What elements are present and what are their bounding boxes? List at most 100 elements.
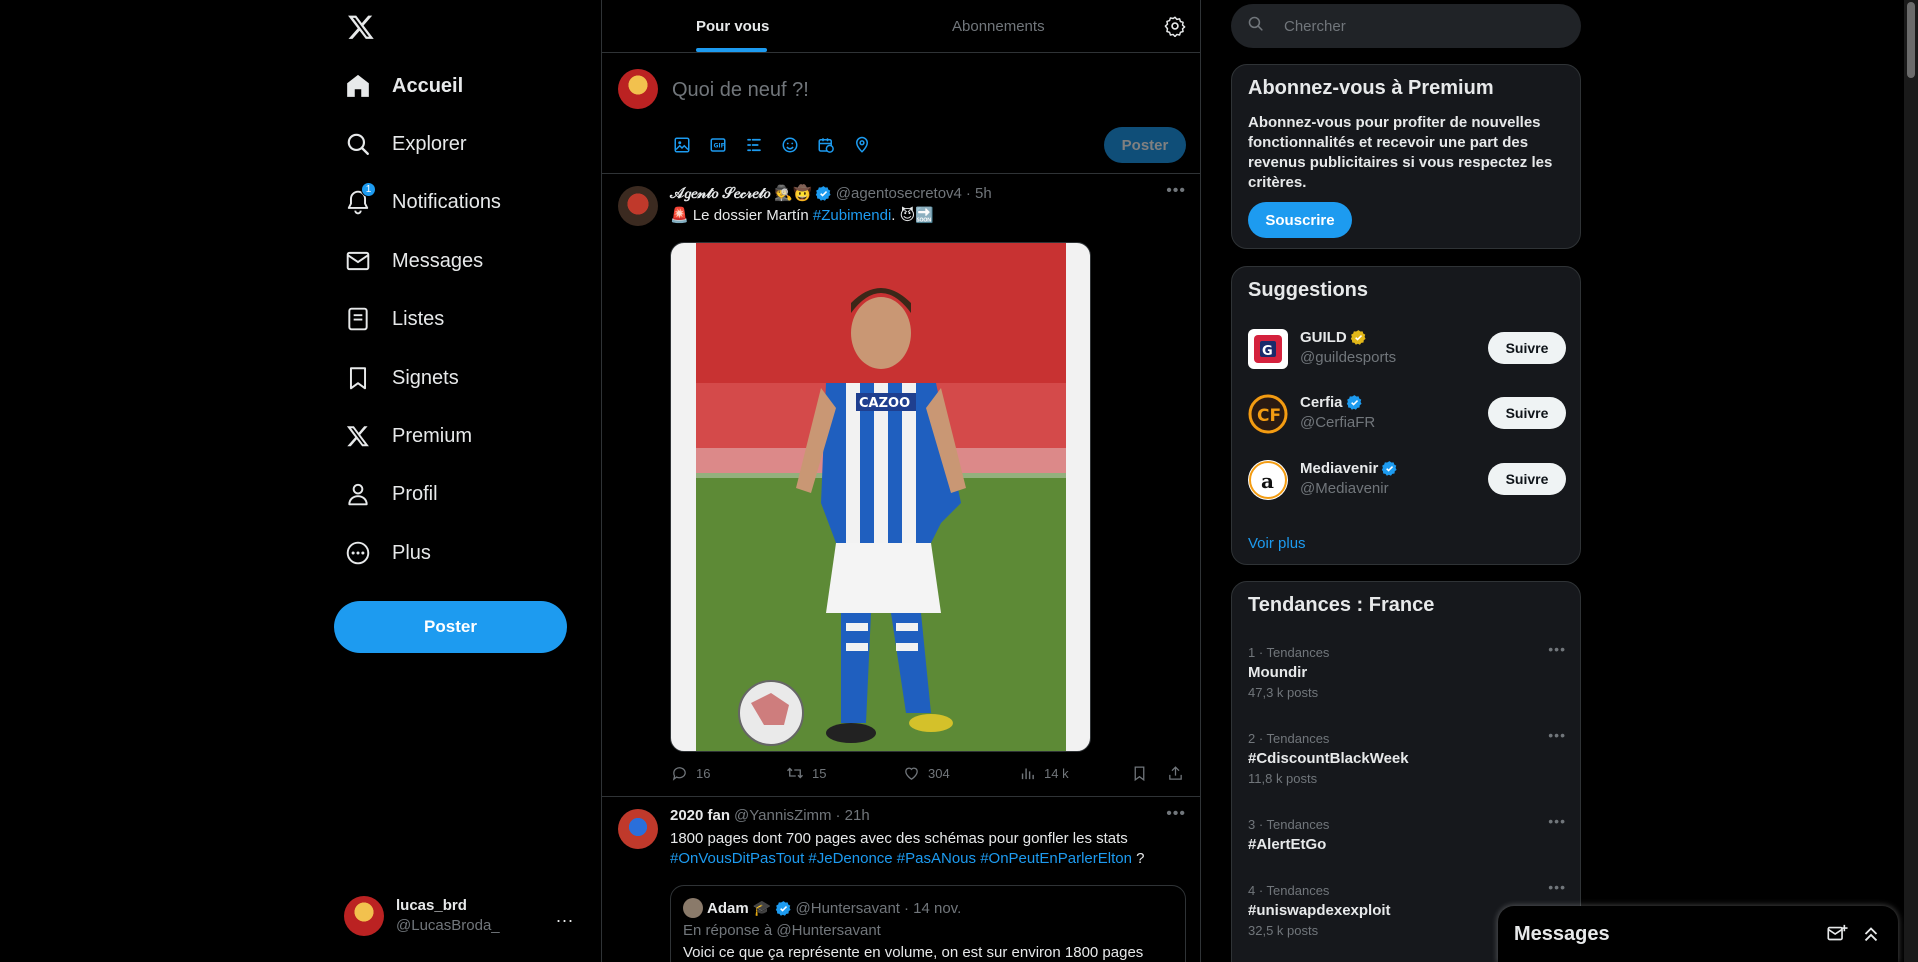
- verified-badge-icon: [1381, 460, 1398, 477]
- subscribe-button[interactable]: Souscrire: [1248, 202, 1352, 238]
- left-sidebar: Accueil Explorer 1 Notifications Message…: [334, 0, 602, 962]
- scrollbar-thumb[interactable]: [1907, 2, 1915, 78]
- chevrons-up-icon[interactable]: [1860, 923, 1882, 945]
- quoted-time: · 14 nov.: [903, 899, 962, 917]
- gear-icon[interactable]: [1164, 15, 1186, 38]
- avatar: [344, 896, 384, 936]
- messages-drawer[interactable]: Messages: [1498, 906, 1898, 962]
- views-button[interactable]: 14 k: [1018, 764, 1069, 782]
- more-icon[interactable]: ...: [556, 906, 574, 927]
- location-icon[interactable]: [852, 135, 872, 155]
- search-input[interactable]: [1284, 17, 1544, 35]
- tweet-author-handle[interactable]: @YannisZimm: [734, 807, 831, 824]
- tweet-time[interactable]: · 5h: [966, 185, 992, 202]
- reply-count: 16: [696, 765, 711, 781]
- avatar[interactable]: [618, 186, 658, 226]
- more-circle-icon: [344, 539, 372, 567]
- retweet-button[interactable]: 15: [786, 764, 826, 782]
- verified-badge-icon: [775, 900, 792, 917]
- nav-item-listes[interactable]: Listes: [334, 294, 454, 344]
- avatar: [618, 69, 658, 109]
- tweet-hashtags: #OnVousDitPasTout #JeDenonce #PasANous #…: [670, 849, 1144, 869]
- trend-item[interactable]: 3 · Tendances #AlertEtGo •••: [1248, 813, 1566, 855]
- image-icon[interactable]: [672, 135, 692, 155]
- cerfia-logo-icon: CF: [1248, 394, 1288, 434]
- more-icon[interactable]: •••: [1166, 182, 1186, 200]
- verified-gold-badge-icon: [1350, 329, 1367, 346]
- mail-icon: [344, 247, 372, 275]
- tab-pour-vous[interactable]: Pour vous: [696, 0, 769, 53]
- x-logo-icon[interactable]: [344, 10, 378, 44]
- follow-button[interactable]: Suivre: [1488, 332, 1566, 364]
- tweet-author-handle[interactable]: @agentosecretov4: [836, 185, 962, 202]
- like-button[interactable]: 304: [902, 764, 950, 782]
- quoted-tweet[interactable]: Adam 🎓 @Huntersavant · 14 nov. En répons…: [670, 885, 1186, 962]
- follow-button[interactable]: Suivre: [1488, 397, 1566, 429]
- hashtag-link[interactable]: #OnVousDitPasTout #JeDenonce #PasANous #…: [670, 850, 1132, 867]
- tweet[interactable]: 𝒜𝑔𝑒𝓃𝓉𝑜 𝒮𝑒𝒸𝓇𝑒𝓉𝑜 🕵️🤠 @agentosecretov4 · 5h…: [602, 174, 1200, 797]
- tweet-author-name[interactable]: 𝒜𝑔𝑒𝓃𝓉𝑜 𝒮𝑒𝒸𝓇𝑒𝓉𝑜 🕵️🤠: [670, 184, 812, 202]
- nav-item-explorer[interactable]: Explorer: [334, 119, 476, 169]
- bookmark-button[interactable]: [1130, 764, 1156, 782]
- tweet-author-name[interactable]: 2020 fan: [670, 807, 730, 824]
- search-icon: [1247, 15, 1264, 37]
- follow-button[interactable]: Suivre: [1488, 463, 1566, 495]
- composer-input[interactable]: Quoi de neuf ?!: [672, 79, 809, 102]
- more-icon[interactable]: •••: [1548, 879, 1566, 895]
- composer-post-button[interactable]: Poster: [1104, 127, 1186, 163]
- trends-card: Tendances : France 1 · Tendances Moundir…: [1231, 581, 1581, 962]
- search-box[interactable]: [1231, 4, 1581, 48]
- nav-item-profil[interactable]: Profil: [334, 469, 448, 519]
- active-tab-indicator: [696, 48, 767, 52]
- retweet-icon: [786, 764, 804, 782]
- more-icon[interactable]: •••: [1166, 805, 1186, 823]
- suggestion-item[interactable]: G GUILD @guildesports Suivre: [1248, 327, 1566, 371]
- account-switcher[interactable]: lucas_brd @LucasBroda_ ...: [334, 890, 584, 942]
- nav-item-accueil[interactable]: Accueil: [334, 61, 473, 111]
- nav-item-plus[interactable]: Plus: [334, 528, 441, 578]
- schedule-icon[interactable]: [816, 135, 836, 155]
- notification-badge: 1: [361, 182, 376, 197]
- right-sidebar: Abonnez-vous à Premium Abonnez-vous pour…: [1231, 0, 1581, 962]
- emoji-icon[interactable]: [780, 135, 800, 155]
- nav-item-notifications[interactable]: 1 Notifications: [334, 177, 511, 227]
- share-button[interactable]: [1166, 764, 1192, 782]
- trend-meta: 2 · Tendances: [1248, 731, 1330, 746]
- x-logo-icon: [344, 422, 372, 450]
- new-message-icon[interactable]: [1826, 923, 1848, 945]
- suggestion-handle: @guildesports: [1300, 349, 1397, 366]
- suggestion-item[interactable]: a Mediavenir @Mediavenir Suivre: [1248, 458, 1566, 502]
- tweet-header: 2020 fan @YannisZimm · 21h: [670, 807, 870, 824]
- share-icon: [1166, 764, 1184, 782]
- see-more-link[interactable]: Voir plus: [1248, 535, 1306, 552]
- trend-item[interactable]: 1 · Tendances Moundir 47,3 k posts •••: [1248, 641, 1566, 701]
- suggestion-item[interactable]: CF Cerfia @CerfiaFR Suivre: [1248, 392, 1566, 436]
- gif-icon[interactable]: GIF: [708, 135, 728, 155]
- messages-drawer-title: Messages: [1514, 922, 1610, 945]
- list-icon: [344, 305, 372, 333]
- reply-icon: [670, 764, 688, 782]
- trend-name: Moundir: [1248, 664, 1308, 681]
- nav-item-messages[interactable]: Messages: [334, 236, 493, 286]
- reply-button[interactable]: 16: [670, 764, 710, 782]
- post-button[interactable]: Poster: [334, 601, 567, 653]
- tweet-time[interactable]: · 21h: [836, 807, 870, 824]
- search-icon: [344, 130, 372, 158]
- person-icon: [344, 480, 372, 508]
- more-icon[interactable]: •••: [1548, 727, 1566, 743]
- tweet-image[interactable]: CAZOO: [670, 242, 1091, 752]
- more-icon[interactable]: •••: [1548, 641, 1566, 657]
- tweet[interactable]: 2020 fan @YannisZimm · 21h ••• 1800 page…: [602, 797, 1200, 962]
- more-icon[interactable]: •••: [1548, 813, 1566, 829]
- nav-item-signets[interactable]: Signets: [334, 353, 469, 403]
- tab-abonnements[interactable]: Abonnements: [952, 0, 1045, 53]
- nav-item-premium[interactable]: Premium: [334, 411, 482, 461]
- trend-item[interactable]: 2 · Tendances #CdiscountBlackWeek 11,8 k…: [1248, 727, 1566, 787]
- avatar[interactable]: [618, 809, 658, 849]
- scrollbar[interactable]: [1904, 0, 1918, 962]
- suggestion-name: Mediavenir: [1300, 460, 1379, 477]
- poll-icon[interactable]: [744, 135, 764, 155]
- hashtag-link[interactable]: #Zubimendi: [813, 207, 891, 224]
- trend-count: 11,8 k posts: [1248, 771, 1318, 786]
- home-icon: [344, 72, 372, 100]
